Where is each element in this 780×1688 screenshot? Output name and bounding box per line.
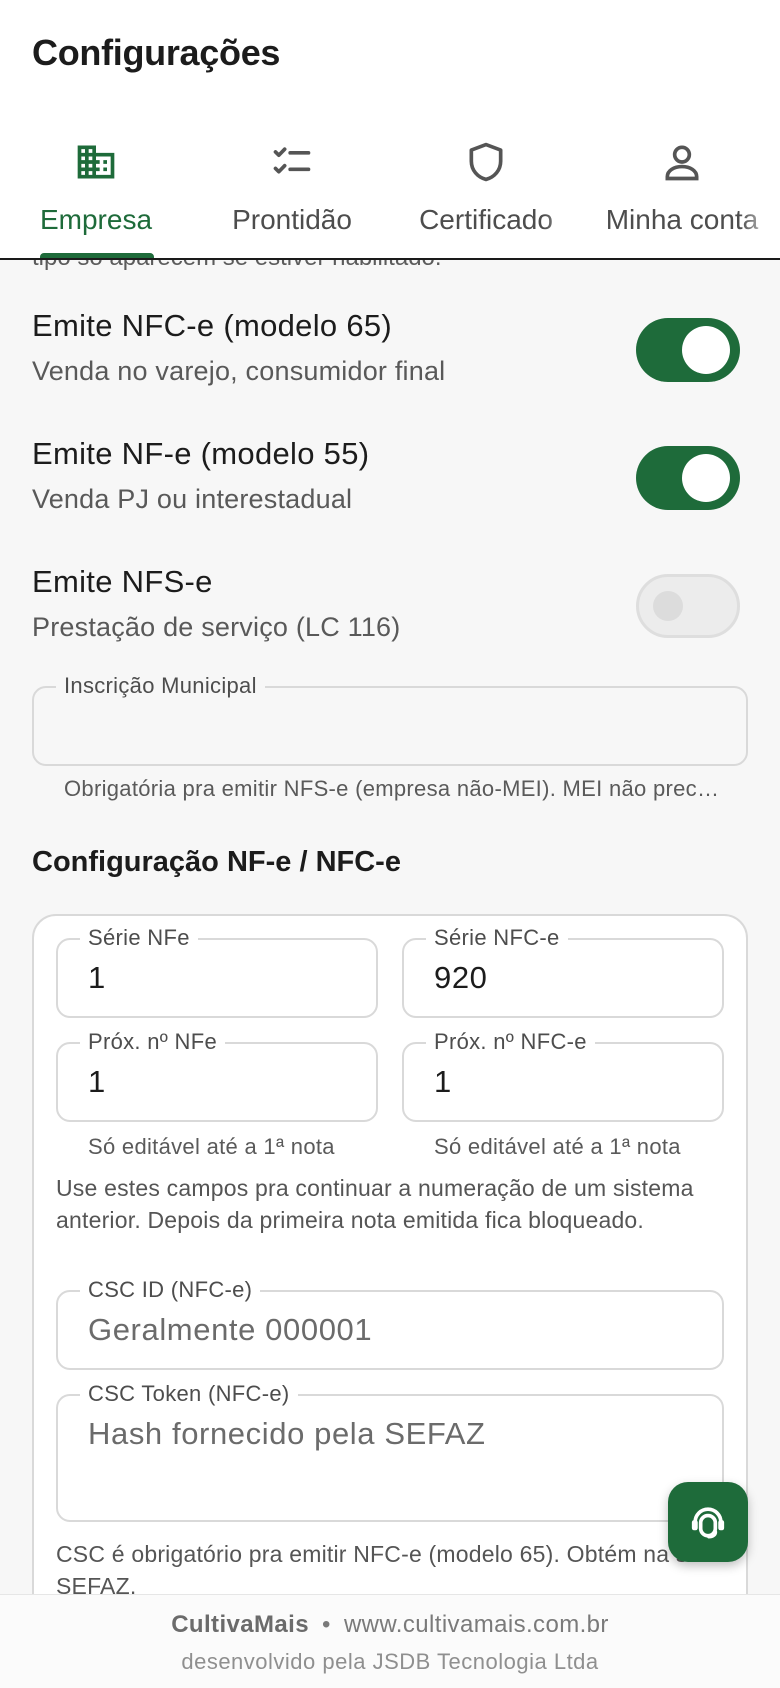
nfse-switch[interactable] [636, 574, 740, 638]
support-agent-icon [691, 1507, 725, 1539]
footer-brand-line: CultivaMais • www.cultivamais.com.br [0, 1611, 780, 1639]
intro-text: tipo só aparecem se estiver habilitado. [32, 260, 442, 272]
checklist-icon [273, 147, 311, 174]
footer-separator: • [322, 1611, 331, 1638]
footer-brand: CultivaMais [171, 1611, 309, 1638]
serie-nfce-field[interactable]: Série NFC-e [402, 925, 724, 1018]
switch-knob [682, 326, 730, 374]
building-icon [77, 145, 115, 179]
csc-note: CSC é obrigatório pra emitir NFC-e (mode… [56, 1541, 714, 1594]
tab-empresa[interactable]: Empresa [0, 140, 194, 258]
support-chat-button[interactable] [668, 1482, 748, 1562]
toggle-row-nfse[interactable]: Emite NFS-e Prestação de serviço (LC 116… [32, 564, 748, 660]
prox-nfe-helper: Só editável até a 1ª nota [88, 1134, 335, 1159]
prox-nfce-input[interactable] [434, 1064, 702, 1100]
prox-nfe-field[interactable]: Próx. nº NFe [56, 1029, 378, 1122]
nfe-config-card: Série NFe Série NFC-e Próx. nº NFe Próx.… [32, 914, 748, 1594]
shield-icon [469, 142, 503, 182]
tab-empresa-label: Empresa [39, 204, 153, 235]
csc-id-input[interactable] [88, 1312, 702, 1348]
page-title: Configurações [32, 32, 281, 73]
settings-content[interactable]: tipo só aparecem se estiver habilitado. … [0, 260, 780, 1594]
csc-token-field[interactable]: CSC Token (NFC-e) [56, 1381, 724, 1522]
field-label: Série NFe [80, 925, 198, 951]
prox-nfe-input[interactable] [88, 1064, 356, 1100]
csc-token-input[interactable] [88, 1416, 702, 1506]
toggle-row-nfe[interactable]: Emite NF-e (modelo 55) Venda PJ ou inter… [32, 436, 748, 532]
tab-minha-conta[interactable]: Minha conta [584, 140, 780, 258]
tab-certificado[interactable]: Certificado [388, 140, 584, 258]
toggle-title: Emite NF-e (modelo 55) [32, 436, 370, 471]
prox-nfce-field[interactable]: Próx. nº NFC-e [402, 1029, 724, 1122]
inscricao-municipal-field[interactable]: Inscrição Municipal [32, 673, 748, 766]
field-label: Série NFC-e [426, 925, 568, 951]
person-icon [665, 145, 699, 181]
footer-url-link[interactable]: www.cultivamais.com.br [344, 1611, 609, 1638]
toggle-row-nfce[interactable]: Emite NFC-e (modelo 65) Venda no varejo,… [32, 308, 748, 404]
tab-prontidao[interactable]: Prontidão [194, 140, 390, 258]
footer: CultivaMais • www.cultivamais.com.br des… [0, 1594, 780, 1688]
toggle-title: Emite NFC-e (modelo 65) [32, 308, 393, 343]
section-title: Configuração NF-e / NFC-e [32, 846, 401, 878]
toggle-subtitle: Prestação de serviço (LC 116) [32, 612, 401, 642]
switch-knob [653, 591, 683, 621]
footer-credit: desenvolvido pela JSDB Tecnologia Ltda [181, 1649, 599, 1674]
field-label: CSC ID (NFC-e) [80, 1277, 261, 1303]
switch-knob [682, 454, 730, 502]
serie-nfce-input[interactable] [434, 960, 702, 996]
nfe-switch[interactable] [636, 446, 740, 510]
tab-fade [740, 180, 780, 258]
tab-prontidao-label: Prontidão [232, 204, 352, 235]
field-label: Próx. nº NFe [80, 1029, 226, 1055]
active-tab-indicator [40, 253, 154, 258]
numbering-note: Use estes campos pra continuar a numeraç… [56, 1175, 694, 1233]
nfce-switch[interactable] [636, 318, 740, 382]
field-label: CSC Token (NFC-e) [80, 1381, 298, 1407]
toggle-subtitle: Venda no varejo, consumidor final [32, 356, 446, 386]
toggle-subtitle: Venda PJ ou interestadual [32, 484, 353, 514]
inscricao-municipal-input[interactable] [64, 708, 726, 744]
serie-nfe-field[interactable]: Série NFe [56, 925, 378, 1018]
app-bar: Configurações Empresa Prontidão Certific… [0, 0, 780, 260]
prox-nfce-helper: Só editável até a 1ª nota [434, 1134, 681, 1159]
toggle-title: Emite NFS-e [32, 564, 213, 599]
tab-fade [544, 180, 584, 258]
csc-id-field[interactable]: CSC ID (NFC-e) [56, 1277, 724, 1370]
serie-nfe-input[interactable] [88, 960, 356, 996]
inscricao-helper: Obrigatória pra emitir NFS-e (empresa nã… [64, 776, 720, 801]
field-label: Próx. nº NFC-e [426, 1029, 595, 1055]
field-label: Inscrição Municipal [56, 673, 265, 699]
